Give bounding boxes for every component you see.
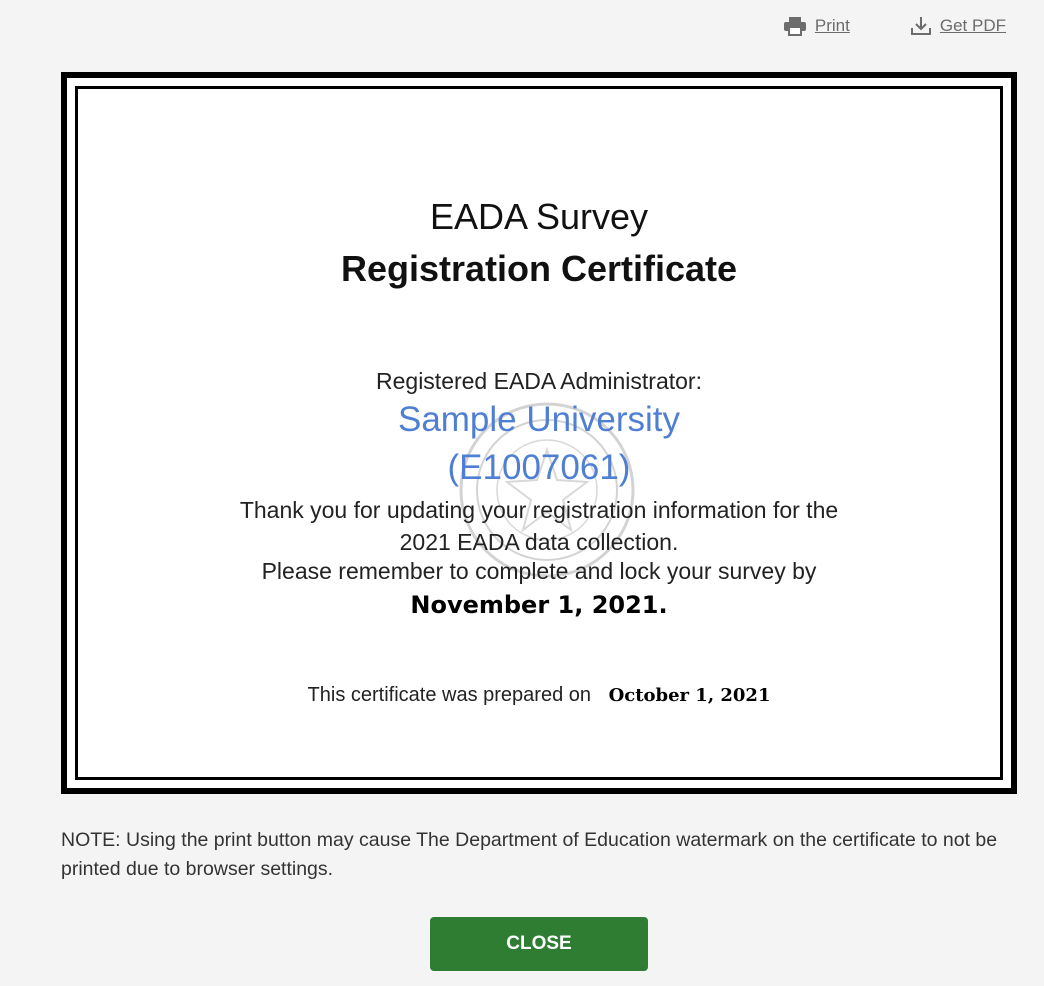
institution-name: Sample University [397,400,681,439]
deadline-date: November 1, 2021. [410,591,668,619]
institution-id: (E1007061) [447,448,631,487]
printer-icon [783,17,806,36]
close-button[interactable]: CLOSE [430,917,648,971]
admin-label: Registered EADA Administrator: [376,368,702,394]
thank-you-line-1: Thank you for updating your registration… [239,497,839,523]
download-icon [910,17,931,35]
reminder-text: Please remember to complete and lock you… [261,558,817,584]
certificate-title: EADA Survey [429,196,649,237]
certificate-body: EADA Survey Registration Certificate Reg… [67,78,1011,788]
get-pdf-link[interactable]: Get PDF [910,16,1006,36]
certificate-subtitle: Registration Certificate [340,248,738,289]
thank-you-message: Thank you for updating your registration… [67,494,1011,558]
prepared-date: October 1, 2021 [608,685,771,706]
print-link[interactable]: Print [783,16,850,36]
certificate-toolbar: Print Get PDF [783,16,1006,36]
print-note: NOTE: Using the print button may cause T… [61,829,998,880]
prepared-label: This certificate was prepared on [307,684,591,706]
print-label: Print [814,16,850,35]
get-pdf-label: Get PDF [939,16,1006,35]
thank-you-line-2: 2021 EADA data collection. [399,529,679,555]
certificate-frame: EADA Survey Registration Certificate Reg… [61,72,1017,794]
prepared-on: This certificate was prepared on October… [67,684,1011,707]
